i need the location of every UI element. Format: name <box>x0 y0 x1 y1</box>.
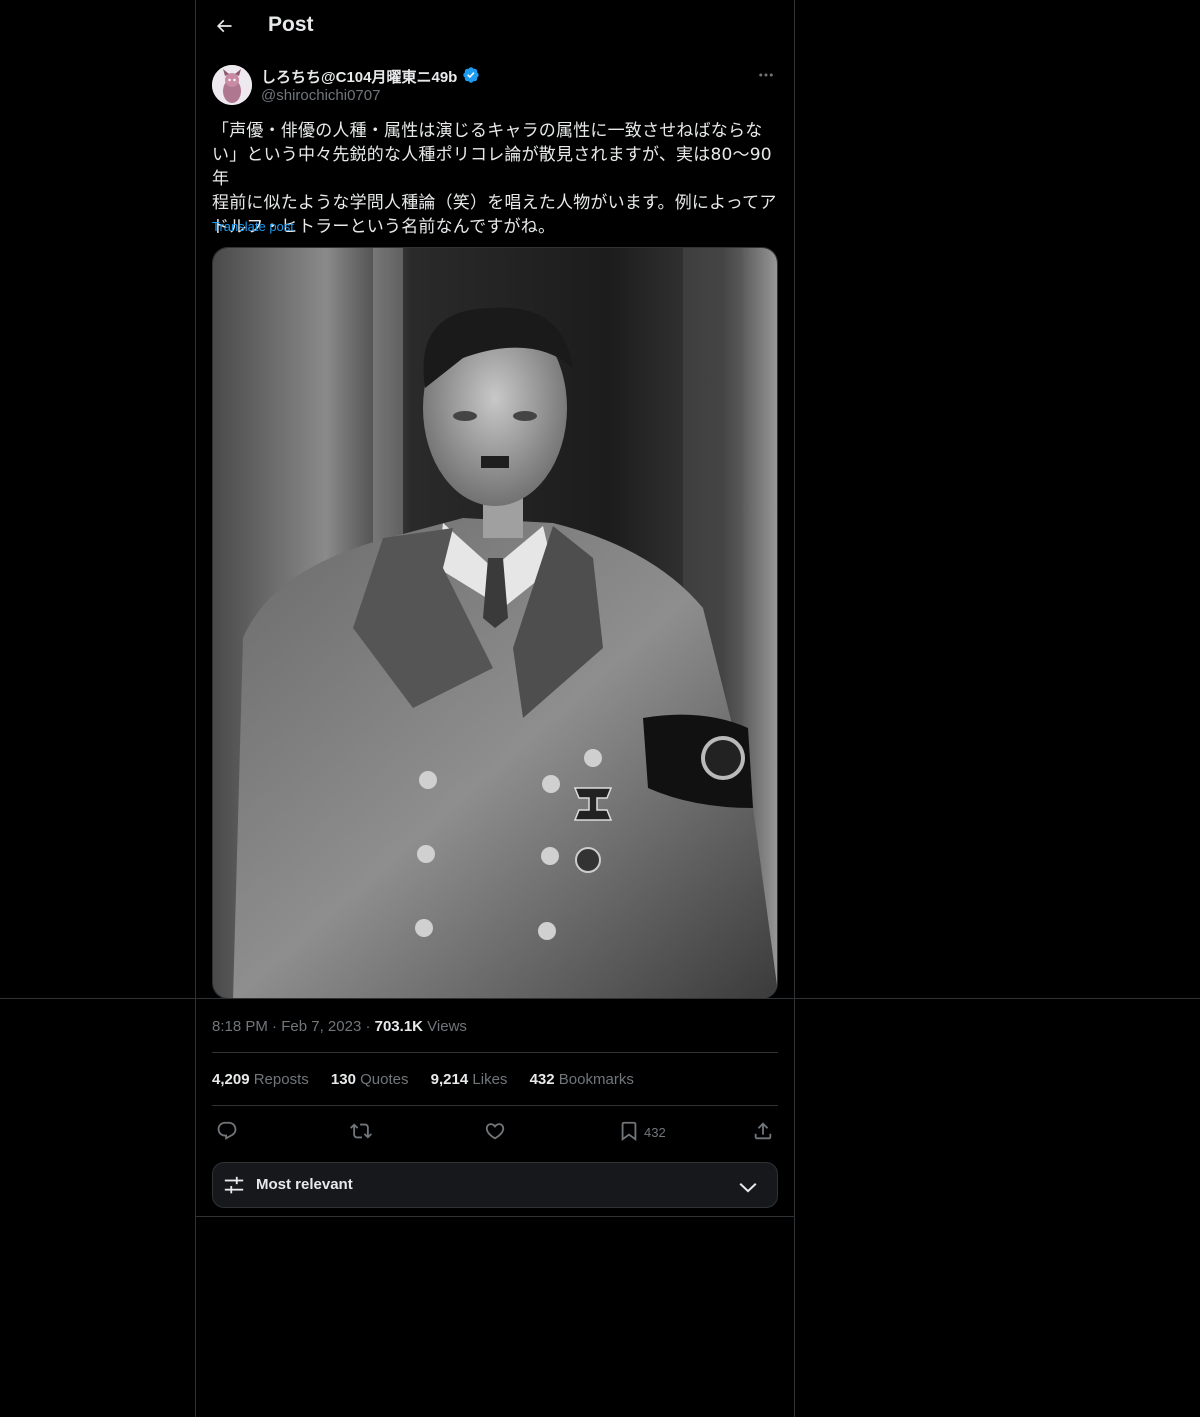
bookmarks-count: 432 <box>529 1071 555 1088</box>
likes-label: Likes <box>472 1071 508 1088</box>
reply-icon <box>217 1121 237 1140</box>
divider <box>0 998 1200 999</box>
reposts-stat[interactable]: 4,209 Reposts <box>212 1071 309 1088</box>
bookmarks-label: Bookmarks <box>558 1071 634 1088</box>
more-icon <box>759 73 773 77</box>
translate-link[interactable]: Translate post <box>212 219 294 234</box>
like-button[interactable] <box>484 1118 506 1144</box>
photo-image <box>213 248 777 998</box>
bookmarks-stat[interactable]: 432 Bookmarks <box>530 1071 634 1088</box>
sort-label: Most relevant <box>256 1176 353 1193</box>
separator: · <box>365 1018 375 1035</box>
post-meta: 8:18 PM · Feb 7, 2023 · 703.1K Views <box>212 1018 467 1035</box>
quotes-stat[interactable]: 130 Quotes <box>331 1071 409 1088</box>
post-date[interactable]: Feb 7, 2023 <box>281 1018 361 1035</box>
likes-count: 9,214 <box>430 1071 469 1088</box>
share-button[interactable] <box>752 1118 774 1144</box>
back-button[interactable] <box>206 8 242 44</box>
bookmark-action-count: 432 <box>644 1125 666 1140</box>
reposts-count: 4,209 <box>212 1071 250 1088</box>
header: Post <box>196 0 794 54</box>
page-title: Post <box>268 13 314 36</box>
views-count: 703.1K <box>374 1018 423 1035</box>
views-label: Views <box>427 1018 467 1035</box>
like-icon <box>485 1123 505 1140</box>
post-text-line: ドルフ・ヒトラーという名前なんですがね。 <box>212 217 556 237</box>
verified-badge-icon <box>463 67 479 83</box>
bookmark-button[interactable]: 432 <box>618 1118 666 1144</box>
post-photo[interactable] <box>212 247 778 999</box>
handle[interactable]: @shirochichi0707 <box>261 87 380 104</box>
quotes-label: Quotes <box>360 1071 409 1088</box>
post-author: しろちち@C104月曜東ニ49b @shirochichi0707 <box>212 65 778 107</box>
reposts-label: Reposts <box>253 1071 309 1088</box>
chevron-down-icon <box>739 1183 757 1193</box>
divider <box>212 1105 778 1106</box>
action-bar: 432 <box>212 1118 778 1144</box>
back-arrow-icon <box>216 19 232 33</box>
bookmark-icon <box>621 1121 637 1142</box>
repost-button[interactable] <box>350 1118 372 1144</box>
post-text-line: 程前に似たような学問人種論（笑）を唱えた人物がいます。例によってア <box>212 193 777 213</box>
divider <box>196 1216 794 1217</box>
divider <box>212 1052 778 1053</box>
share-icon <box>754 1122 772 1140</box>
post-text: 「声優・俳優の人種・属性は演じるキャラの属性に一致させねばならな い」という中々… <box>212 119 778 239</box>
avatar[interactable] <box>212 65 252 105</box>
quotes-count: 130 <box>330 1071 356 1088</box>
post-time[interactable]: 8:18 PM <box>212 1018 268 1035</box>
sliders-icon <box>224 1176 244 1194</box>
separator: · <box>272 1018 282 1035</box>
repost-icon <box>350 1123 372 1139</box>
sort-replies-dropdown[interactable]: Most relevant <box>212 1162 778 1208</box>
likes-stat[interactable]: 9,214 Likes <box>431 1071 508 1088</box>
display-name[interactable]: しろちち@C104月曜東ニ49b <box>261 66 457 87</box>
reply-button[interactable] <box>216 1118 238 1144</box>
post-stats: 4,209 Reposts 130 Quotes 9,214 Likes 432… <box>212 1071 652 1088</box>
post-text-line: 「声優・俳優の人種・属性は演じるキャラの属性に一致させねばならな <box>212 121 763 141</box>
more-button[interactable] <box>754 63 778 87</box>
post-text-line: い」という中々先鋭的な人種ポリコレ論が散見されますが、実は80〜90年 <box>212 145 772 189</box>
page: Post しろちち@C104月曜東ニ49b @shirochichi0707 「… <box>0 0 1200 1417</box>
